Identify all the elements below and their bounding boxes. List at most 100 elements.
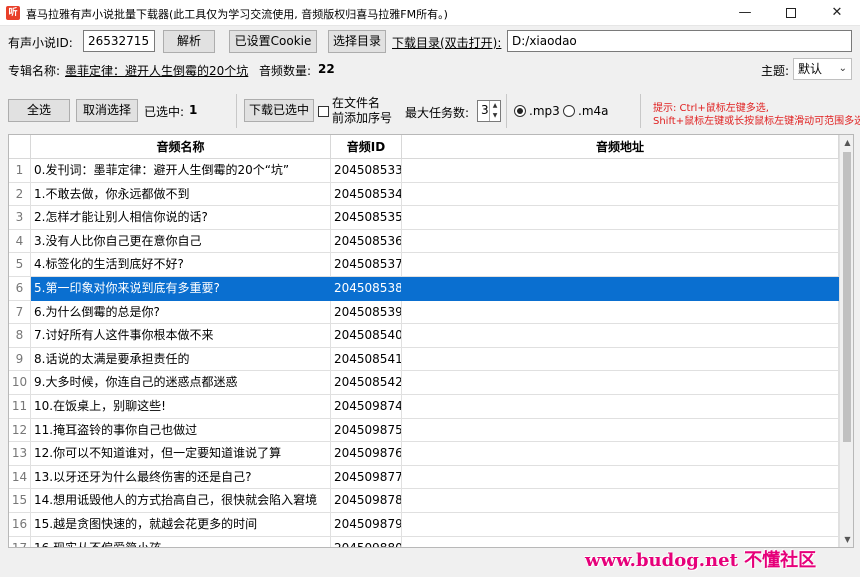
table-row[interactable]: 3 2.怎样才能让别人相信你说的话? 204508535 bbox=[9, 206, 839, 230]
audio-id-cell: 204508541 bbox=[331, 347, 402, 372]
theme-select[interactable]: 默认 ⌄ bbox=[793, 58, 852, 80]
table-row[interactable]: 16 15.越是贪图快速的，就越会花更多的时间 204509879 bbox=[9, 513, 839, 537]
audio-table[interactable]: 音频名称 音频ID 音频地址 1 0.发刊词：墨菲定律：避开人生倒霉的20个“坑”… bbox=[8, 134, 854, 548]
divider bbox=[236, 94, 237, 128]
album-name-link[interactable]: 墨菲定律：避开人生倒霉的20个坑 bbox=[65, 62, 248, 79]
audio-name-cell: 7.讨好所有人这件事你根本做不来 bbox=[31, 324, 331, 348]
row-number: 1 bbox=[9, 159, 31, 183]
audio-count-value: 22 bbox=[318, 62, 335, 76]
max-tasks-label: 最大任务数: bbox=[405, 106, 470, 120]
audio-address-cell bbox=[402, 159, 839, 183]
download-dir-label[interactable]: 下载目录(双击打开): bbox=[392, 34, 501, 51]
audio-name-cell: 2.怎样才能让别人相信你说的话? bbox=[31, 206, 331, 230]
close-icon[interactable]: ✕ bbox=[814, 0, 860, 26]
choose-dir-button[interactable]: 选择目录 bbox=[328, 30, 386, 53]
row-number: 8 bbox=[9, 324, 31, 348]
audio-address-cell bbox=[402, 418, 839, 443]
audio-name-cell: 12.你可以不知道谁对，但一定要知道谁说了算 bbox=[31, 442, 331, 466]
audio-id-cell: 204508539 bbox=[331, 300, 402, 325]
vertical-scrollbar[interactable]: ▲ ▼ bbox=[839, 135, 853, 547]
table-row[interactable]: 12 11.掩耳盗铃的事你自己也做过 204509875 bbox=[9, 418, 839, 443]
table-row[interactable]: 14 13.以牙还牙为什么最终伤害的还是自己? 204509877 bbox=[9, 465, 839, 490]
audio-id-cell: 204508533 bbox=[331, 159, 402, 183]
chevron-down-icon: ⌄ bbox=[838, 63, 847, 74]
table-row[interactable]: 1 0.发刊词：墨菲定律：避开人生倒霉的20个“坑” 204508533 bbox=[9, 159, 839, 183]
theme-select-value: 默认 bbox=[798, 62, 823, 76]
table-row[interactable]: 15 14.想用诋毁他人的方式抬高自己，很快就会陷入窘境 204509878 bbox=[9, 489, 839, 513]
window-title: 喜马拉雅有声小说批量下载器(此工具仅为学习交流使用, 音频版权归喜马拉雅FM所有… bbox=[26, 8, 448, 21]
row-number: 10 bbox=[9, 371, 31, 395]
table-row[interactable]: 5 4.标签化的生活到底好不好? 204508537 bbox=[9, 253, 839, 277]
parse-button[interactable]: 解析 bbox=[163, 30, 215, 53]
prefix-number-label-line1: 在文件名 bbox=[332, 96, 381, 110]
table-row[interactable]: 11 10.在饭桌上，别聊这些! 204509874 bbox=[9, 395, 839, 419]
audio-count-label: 音频数量: bbox=[259, 64, 312, 78]
column-header-id[interactable]: 音频ID bbox=[331, 135, 402, 159]
select-all-button[interactable]: 全选 bbox=[8, 99, 70, 122]
hint-line-2: Shift+鼠标左键或长按鼠标左键滑动可范围多选. bbox=[653, 116, 860, 127]
audio-address-cell bbox=[402, 206, 839, 230]
audio-name-cell: 5.第一印象对你来说到底有多重要? bbox=[31, 277, 331, 301]
audio-id-cell: 204509880 bbox=[331, 536, 402, 547]
table-row[interactable]: 6 5.第一印象对你来说到底有多重要? 204508538 bbox=[9, 277, 839, 301]
audio-id-cell: 204508536 bbox=[331, 229, 402, 254]
scrollbar-thumb[interactable] bbox=[843, 152, 851, 442]
row-number: 16 bbox=[9, 513, 31, 537]
audio-address-cell bbox=[402, 489, 839, 513]
selected-label: 已选中: bbox=[144, 105, 185, 119]
download-selected-button[interactable]: 下载已选中 bbox=[244, 99, 314, 122]
download-dir-input[interactable]: D:/xiaodao bbox=[507, 30, 852, 52]
audio-id-cell: 204508542 bbox=[331, 371, 402, 395]
column-header-address[interactable]: 音频地址 bbox=[402, 135, 839, 159]
divider bbox=[506, 94, 507, 128]
audio-name-cell: 15.越是贪图快速的，就越会花更多的时间 bbox=[31, 513, 331, 537]
audio-address-cell bbox=[402, 253, 839, 277]
table-row[interactable]: 4 3.没有人比你自己更在意你自己 204508536 bbox=[9, 229, 839, 254]
prefix-number-checkbox[interactable] bbox=[318, 106, 329, 117]
album-id-input[interactable]: 26532715 bbox=[83, 30, 155, 52]
minimize-icon[interactable]: — bbox=[722, 0, 768, 26]
scroll-down-icon[interactable]: ▼ bbox=[840, 532, 853, 547]
audio-address-cell bbox=[402, 347, 839, 372]
m4a-radio[interactable] bbox=[563, 105, 575, 117]
audio-name-cell: 9.大多时候，你连自己的迷惑点都迷惑 bbox=[31, 371, 331, 395]
table-row[interactable]: 13 12.你可以不知道谁对，但一定要知道谁说了算 204509876 bbox=[9, 442, 839, 466]
audio-id-cell: 204509876 bbox=[331, 442, 402, 466]
audio-id-cell: 204509874 bbox=[331, 395, 402, 419]
audio-address-cell bbox=[402, 465, 839, 490]
audio-id-cell: 204509879 bbox=[331, 513, 402, 537]
audio-address-cell bbox=[402, 182, 839, 207]
audio-name-cell: 16.现实从不偏爱简小孩 bbox=[31, 536, 331, 547]
mp3-radio[interactable] bbox=[514, 105, 526, 117]
row-number: 11 bbox=[9, 395, 31, 419]
audio-name-cell: 6.为什么倒霉的总是你? bbox=[31, 300, 331, 325]
audio-name-cell: 14.想用诋毁他人的方式抬高自己，很快就会陷入窘境 bbox=[31, 489, 331, 513]
row-number: 3 bbox=[9, 206, 31, 230]
audio-id-cell: 204508540 bbox=[331, 324, 402, 348]
table-row[interactable]: 2 1.不敢去做，你永远都做不到 204508534 bbox=[9, 182, 839, 207]
cookie-button[interactable]: 已设置Cookie bbox=[229, 30, 317, 53]
audio-id-cell: 204509875 bbox=[331, 418, 402, 443]
max-tasks-value: 3 bbox=[481, 103, 489, 117]
spinner-arrows-icon[interactable]: ▲ ▼ bbox=[489, 101, 500, 121]
audio-id-cell: 204508538 bbox=[331, 277, 402, 301]
scroll-up-icon[interactable]: ▲ bbox=[840, 135, 853, 150]
audio-id-cell: 204508537 bbox=[331, 253, 402, 277]
table-row[interactable]: 7 6.为什么倒霉的总是你? 204508539 bbox=[9, 300, 839, 325]
audio-name-cell: 8.话说的太满是要承担责任的 bbox=[31, 347, 331, 372]
table-row[interactable]: 10 9.大多时候，你连自己的迷惑点都迷惑 204508542 bbox=[9, 371, 839, 395]
m4a-label: .m4a bbox=[578, 104, 609, 118]
column-header-name[interactable]: 音频名称 bbox=[31, 135, 331, 159]
audio-id-cell: 204508535 bbox=[331, 206, 402, 230]
divider bbox=[640, 94, 641, 128]
deselect-button[interactable]: 取消选择 bbox=[76, 99, 138, 122]
audio-address-cell bbox=[402, 442, 839, 466]
row-number: 6 bbox=[9, 277, 31, 301]
max-tasks-spinner[interactable]: 3 ▲ ▼ bbox=[477, 100, 501, 122]
audio-id-cell: 204508534 bbox=[331, 182, 402, 207]
table-row[interactable]: 8 7.讨好所有人这件事你根本做不来 204508540 bbox=[9, 324, 839, 348]
maximize-icon[interactable] bbox=[768, 0, 814, 26]
table-row[interactable]: 9 8.话说的太满是要承担责任的 204508541 bbox=[9, 347, 839, 372]
row-number: 5 bbox=[9, 253, 31, 277]
audio-name-cell: 11.掩耳盗铃的事你自己也做过 bbox=[31, 418, 331, 443]
